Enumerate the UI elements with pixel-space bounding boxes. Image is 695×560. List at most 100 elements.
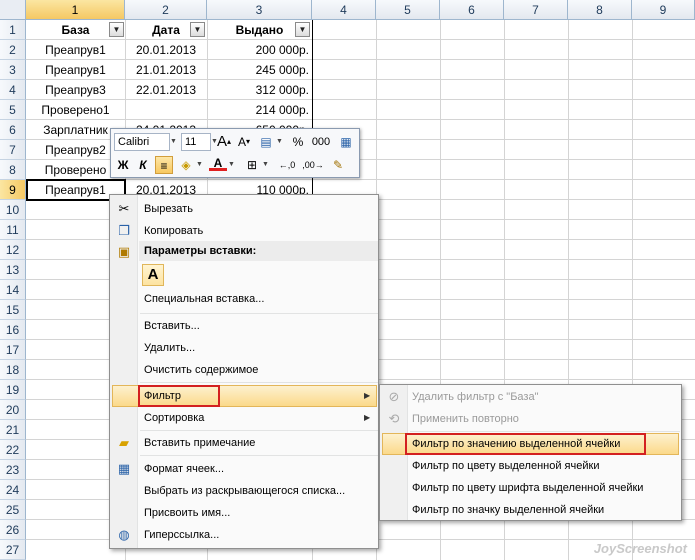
- menu-item-filter[interactable]: Фильтр: [144, 386, 181, 406]
- table-cell[interactable]: [125, 100, 207, 120]
- row-header-15[interactable]: 15: [0, 300, 26, 320]
- menu-item-pick-list[interactable]: Выбрать из раскрывающегося списка...: [144, 481, 345, 501]
- brush-icon[interactable]: ✎: [329, 156, 347, 174]
- align-center-icon[interactable]: ≡: [155, 156, 173, 174]
- row-header-22[interactable]: 22: [0, 440, 26, 460]
- row-header-14[interactable]: 14: [0, 280, 26, 300]
- reapply-icon: ⟲: [388, 411, 400, 426]
- column-header-5[interactable]: 5: [376, 0, 440, 20]
- column-header-1[interactable]: 1: [26, 0, 125, 20]
- submenu-item-by-color[interactable]: Фильтр по цвету выделенной ячейки: [412, 456, 599, 476]
- chevron-down-icon[interactable]: ▼: [262, 156, 270, 174]
- row-header-5[interactable]: 5: [0, 100, 26, 120]
- menu-item-cut[interactable]: Вырезать: [144, 199, 193, 219]
- submenu-item-by-value[interactable]: Фильтр по значению выделенной ячейки: [412, 434, 620, 454]
- menu-item-insert[interactable]: Вставить...: [144, 316, 200, 336]
- row-header-12[interactable]: 12: [0, 240, 26, 260]
- submenu-item-by-icon[interactable]: Фильтр по значку выделенной ячейки: [412, 500, 604, 520]
- menu-item-copy[interactable]: Копировать: [144, 221, 203, 241]
- table-cell[interactable]: 245 000р.: [207, 60, 312, 80]
- row-header-25[interactable]: 25: [0, 500, 26, 520]
- table-cell[interactable]: 200 000р.: [207, 40, 312, 60]
- menu-item-hyperlink[interactable]: Гиперссылка...: [144, 525, 219, 545]
- italic-button[interactable]: К: [134, 156, 152, 174]
- row-header-18[interactable]: 18: [0, 360, 26, 380]
- row-header-16[interactable]: 16: [0, 320, 26, 340]
- row-header-1[interactable]: 1: [0, 20, 26, 40]
- menu-item-paste-special[interactable]: Специальная вставка...: [144, 289, 264, 309]
- column-header-2[interactable]: 2: [125, 0, 207, 20]
- filter-dropdown-icon[interactable]: ▼: [109, 22, 124, 37]
- row-header-11[interactable]: 11: [0, 220, 26, 240]
- row-header-23[interactable]: 23: [0, 460, 26, 480]
- accounting-format-icon[interactable]: ▤: [257, 133, 275, 151]
- row-header-6[interactable]: 6: [0, 120, 26, 140]
- chevron-down-icon[interactable]: ▼: [196, 156, 204, 174]
- table-cell[interactable]: Преапрув1: [26, 40, 125, 60]
- thousands-separator-button[interactable]: 000: [309, 133, 333, 151]
- chevron-down-icon[interactable]: ▼: [170, 133, 179, 151]
- chevron-down-icon[interactable]: ▼: [228, 156, 236, 174]
- menu-item-sort[interactable]: Сортировка: [144, 408, 204, 428]
- filter-dropdown-icon[interactable]: ▼: [190, 22, 205, 37]
- row-header-7[interactable]: 7: [0, 140, 26, 160]
- submenu-item-reapply[interactable]: Применить повторно: [412, 409, 519, 429]
- font-size-input[interactable]: 11: [181, 133, 211, 151]
- shrink-font-icon[interactable]: A▾: [235, 133, 253, 151]
- paste-button[interactable]: A: [142, 264, 164, 286]
- row-header-26[interactable]: 26: [0, 520, 26, 540]
- table-cell[interactable]: 22.01.2013: [125, 80, 207, 100]
- row-header-10[interactable]: 10: [0, 200, 26, 220]
- borders-icon[interactable]: ⊞: [243, 156, 261, 174]
- column-header-6[interactable]: 6: [440, 0, 504, 20]
- column-header-7[interactable]: 7: [504, 0, 568, 20]
- row-header-13[interactable]: 13: [0, 260, 26, 280]
- row-header-2[interactable]: 2: [0, 40, 26, 60]
- table-cell[interactable]: 20.01.2013: [125, 40, 207, 60]
- filter-dropdown-icon[interactable]: ▼: [295, 22, 310, 37]
- row-header-20[interactable]: 20: [0, 400, 26, 420]
- font-color-icon[interactable]: A: [209, 156, 227, 171]
- increase-decimal-icon[interactable]: ←,0: [275, 156, 299, 174]
- table-cell[interactable]: Преапрув1: [26, 60, 125, 80]
- font-name-input[interactable]: Calibri: [114, 133, 170, 151]
- menu-item-clear[interactable]: Очистить содержимое: [144, 360, 258, 380]
- bold-button[interactable]: Ж: [114, 156, 132, 174]
- column-header-8[interactable]: 8: [568, 0, 632, 20]
- decrease-decimal-icon[interactable]: ,00→: [301, 156, 325, 174]
- column-header-3[interactable]: 3: [207, 0, 312, 20]
- table-cell[interactable]: 214 000р.: [207, 100, 312, 120]
- row-header-27[interactable]: 27: [0, 540, 26, 560]
- row-header-24[interactable]: 24: [0, 480, 26, 500]
- mini-toolbar: Calibri ▼ 11 ▼ A▴ A▾ ▤ ▼ % 000 ▦ Ж К ≡ ◈…: [110, 128, 360, 178]
- row-header-17[interactable]: 17: [0, 340, 26, 360]
- menu-separator: [140, 313, 378, 314]
- row-header-8[interactable]: 8: [0, 160, 26, 180]
- row-header-3[interactable]: 3: [0, 60, 26, 80]
- row-header-4[interactable]: 4: [0, 80, 26, 100]
- menu-item-format-cells[interactable]: Формат ячеек...: [144, 459, 224, 479]
- table-cell[interactable]: 21.01.2013: [125, 60, 207, 80]
- select-all-corner[interactable]: [0, 0, 26, 20]
- table-cell[interactable]: Проверено1: [26, 100, 125, 120]
- column-header-9[interactable]: 9: [632, 0, 695, 20]
- grow-font-icon[interactable]: A▴: [215, 133, 233, 151]
- column-header-4[interactable]: 4: [312, 0, 376, 20]
- row-header-9[interactable]: 9: [0, 180, 26, 200]
- menu-separator: [140, 430, 378, 431]
- format-painter-icon[interactable]: ▦: [337, 133, 355, 151]
- submenu-item-remove-filter[interactable]: Удалить фильтр с "База": [412, 387, 539, 407]
- menu-item-insert-comment[interactable]: Вставить примечание: [144, 433, 255, 453]
- paste-options-label: Параметры вставки:: [144, 245, 257, 257]
- chevron-right-icon: ▶: [364, 391, 371, 400]
- row-header-21[interactable]: 21: [0, 420, 26, 440]
- submenu-item-by-font-color[interactable]: Фильтр по цвету шрифта выделенной ячейки: [412, 478, 643, 498]
- menu-item-define-name[interactable]: Присвоить имя...: [144, 503, 230, 523]
- menu-item-delete[interactable]: Удалить...: [144, 338, 195, 358]
- table-cell[interactable]: Преапрув3: [26, 80, 125, 100]
- row-header-19[interactable]: 19: [0, 380, 26, 400]
- fill-color-icon[interactable]: ◈: [177, 156, 195, 174]
- percent-button[interactable]: %: [289, 133, 307, 151]
- chevron-down-icon[interactable]: ▼: [276, 133, 284, 151]
- table-cell[interactable]: 312 000р.: [207, 80, 312, 100]
